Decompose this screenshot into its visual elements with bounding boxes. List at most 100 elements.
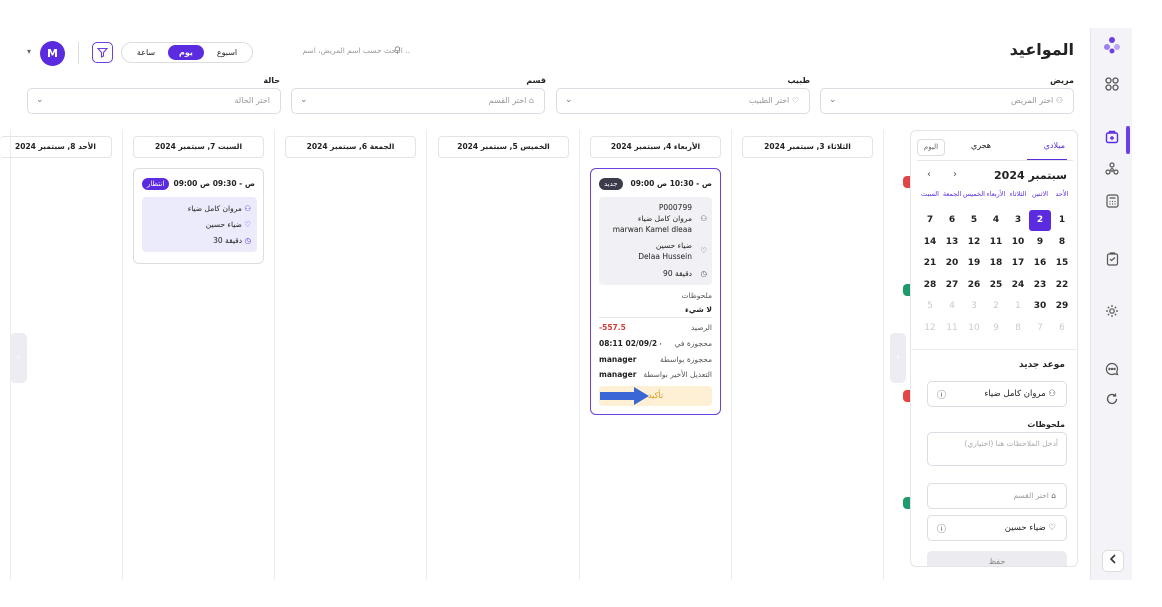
tab-gregorian[interactable]: ميلادي bbox=[1044, 141, 1065, 150]
patient-name-en: marwan Kamel dleaa bbox=[612, 225, 692, 234]
calendar-day[interactable]: 1 bbox=[1007, 296, 1029, 317]
scroll-right-button[interactable]: › bbox=[890, 333, 906, 383]
search-input[interactable]: البحث حسب اسم المريض، اسم .. bbox=[270, 46, 410, 55]
chevron-down-icon: ⌄ bbox=[300, 95, 308, 105]
appointment-card-wednesday[interactable]: 09:00 ص - 10:30 ص جديد P000799 مروان كام… bbox=[590, 168, 721, 415]
doctor-filter-select[interactable]: ⌄ اختر الطبيب ♡ bbox=[556, 88, 810, 114]
department-select[interactable]: اختر القسم ⌂ bbox=[927, 483, 1067, 509]
calendar-day-selected[interactable]: 2 bbox=[1029, 210, 1051, 231]
dashboard-icon[interactable] bbox=[1102, 77, 1122, 97]
doctor-select[interactable]: ضياء حسين ♡ ⓘ bbox=[927, 515, 1067, 541]
network-icon[interactable] bbox=[1102, 162, 1122, 182]
calendar-day[interactable]: 22 bbox=[1051, 275, 1073, 296]
calendar-day[interactable]: 10 bbox=[963, 318, 985, 339]
notes-textarea[interactable]: أدخل الملاحظات هنا (اختياري) bbox=[927, 432, 1067, 466]
chat-icon[interactable] bbox=[1102, 362, 1122, 382]
doctor-filter-placeholder: اختر الطبيب bbox=[748, 96, 790, 105]
calendar-day[interactable]: 11 bbox=[985, 232, 1007, 253]
booked-by-value: manager bbox=[599, 355, 637, 364]
calendar-day[interactable]: 5 bbox=[919, 296, 941, 317]
collapse-rail-button[interactable] bbox=[1102, 550, 1124, 572]
calendar-day[interactable]: 2 bbox=[985, 296, 1007, 317]
calendar-day[interactable]: 9 bbox=[985, 318, 1007, 339]
notes-value: لا شيء bbox=[685, 305, 712, 314]
appointment-card-saturday[interactable]: 09:00 ص - 09:30 ص انتظار مروان كامل ضياء… bbox=[133, 168, 264, 264]
grid-line bbox=[426, 130, 427, 580]
calendar-day[interactable]: 21 bbox=[919, 253, 941, 274]
calendar-day[interactable]: 16 bbox=[1029, 253, 1051, 274]
filter-button[interactable] bbox=[92, 42, 113, 63]
calendar-day[interactable]: 14 bbox=[919, 232, 941, 253]
tab-hijri[interactable]: هجري bbox=[971, 141, 991, 150]
calendar-day[interactable]: 4 bbox=[941, 296, 963, 317]
calendar-day[interactable]: 15 bbox=[1051, 253, 1073, 274]
calendar-day[interactable]: 30 bbox=[1029, 296, 1051, 317]
calendar-day[interactable]: 19 bbox=[963, 253, 985, 274]
calendar-day[interactable]: 1 bbox=[1051, 210, 1073, 231]
calendar-day[interactable]: 6 bbox=[941, 210, 963, 231]
active-indicator bbox=[1126, 126, 1130, 154]
calendar-day[interactable]: 4 bbox=[985, 210, 1007, 231]
patient-id: P000799 bbox=[658, 203, 692, 212]
user-icon: ⚇ bbox=[1048, 389, 1056, 399]
calendar-day[interactable]: 27 bbox=[941, 275, 963, 296]
scroll-left-button[interactable]: › bbox=[10, 333, 27, 383]
today-button[interactable]: اليوم bbox=[917, 139, 945, 156]
user-icon: ⚇ bbox=[700, 214, 707, 223]
logo-icon bbox=[1102, 36, 1122, 56]
calendar-day[interactable]: 25 bbox=[985, 275, 1007, 296]
calendar-day[interactable]: 3 bbox=[963, 296, 985, 317]
department-filter-placeholder: اختر القسم bbox=[488, 96, 527, 105]
status-filter-select[interactable]: ⌄ اختر الحالة bbox=[27, 88, 281, 114]
info-icon[interactable]: ⓘ bbox=[937, 522, 946, 535]
calculator-icon[interactable] bbox=[1102, 194, 1122, 214]
calendar-day[interactable]: 3 bbox=[1007, 210, 1029, 231]
calendar-day[interactable]: 18 bbox=[985, 253, 1007, 274]
clipboard-icon[interactable] bbox=[1102, 252, 1122, 272]
calendar-day[interactable]: 20 bbox=[941, 253, 963, 274]
view-week-tab[interactable]: اسبوع bbox=[206, 45, 248, 60]
calendar-day[interactable]: 5 bbox=[963, 210, 985, 231]
calendar-day[interactable]: 12 bbox=[919, 318, 941, 339]
day-header-thursday: الخميس 5, سبتمبر 2024 bbox=[438, 136, 569, 158]
chevron-down-icon[interactable]: ▾ bbox=[27, 47, 31, 56]
avatar[interactable]: M bbox=[40, 41, 65, 66]
save-button[interactable]: حفظ bbox=[927, 551, 1067, 566]
calendar-day[interactable]: 23 bbox=[1029, 275, 1051, 296]
view-day-tab[interactable]: يوم bbox=[168, 45, 204, 60]
chevron-down-icon: ⌄ bbox=[565, 95, 573, 105]
calendar-day[interactable]: 8 bbox=[1051, 232, 1073, 253]
calendar-day[interactable]: 28 bbox=[919, 275, 941, 296]
calendar-day[interactable]: 8 bbox=[1007, 318, 1029, 339]
calendar-day[interactable]: 10 bbox=[1007, 232, 1029, 253]
settings-icon[interactable] bbox=[1102, 304, 1122, 324]
calendar-day[interactable]: 12 bbox=[963, 232, 985, 253]
calendar-day[interactable]: 29 bbox=[1051, 296, 1073, 317]
view-hour-tab[interactable]: ساعة bbox=[126, 45, 166, 60]
calendar-day[interactable]: 9 bbox=[1029, 232, 1051, 253]
new-appointment-title: موعد جديد bbox=[1019, 360, 1065, 370]
filter-icon bbox=[96, 47, 109, 58]
calendar-day[interactable]: 7 bbox=[919, 210, 941, 231]
grid-line bbox=[731, 130, 732, 580]
save-label: حفظ bbox=[988, 557, 1006, 566]
calendar-day[interactable]: 24 bbox=[1007, 275, 1029, 296]
prev-month-button[interactable]: ‹ bbox=[927, 169, 931, 180]
calendar-day[interactable]: 13 bbox=[941, 232, 963, 253]
calendar-day[interactable]: 7 bbox=[1029, 318, 1051, 339]
refresh-icon[interactable] bbox=[1102, 392, 1122, 412]
patient-select[interactable]: مروان كامل ضياء ⚇ ⓘ bbox=[927, 381, 1067, 407]
calendar-day[interactable]: 17 bbox=[1007, 253, 1029, 274]
search-icon: ⚲ bbox=[394, 46, 401, 56]
appointments-icon[interactable] bbox=[1102, 130, 1122, 150]
nav-rail bbox=[1090, 28, 1132, 580]
info-icon[interactable]: ⓘ bbox=[937, 388, 946, 401]
modified-by-value: manager bbox=[599, 370, 637, 379]
calendar-day[interactable]: 26 bbox=[963, 275, 985, 296]
calendar-day[interactable]: 6 bbox=[1051, 318, 1073, 339]
grid-line bbox=[883, 130, 884, 580]
department-filter-select[interactable]: ⌄ اختر القسم ⌂ bbox=[291, 88, 545, 114]
patient-filter-select[interactable]: ⌄ اختر المريض ⚇ bbox=[820, 88, 1074, 114]
calendar-day[interactable]: 11 bbox=[941, 318, 963, 339]
next-month-button[interactable]: › bbox=[953, 169, 957, 180]
